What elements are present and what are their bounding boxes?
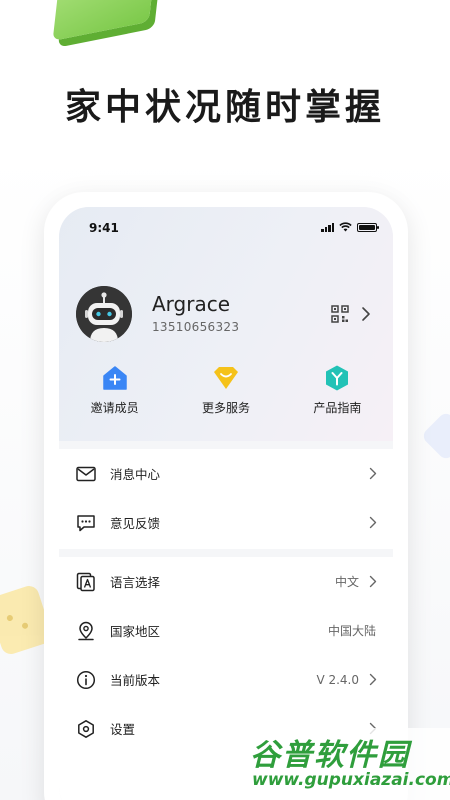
menu-item-message-center[interactable]: 消息中心: [59, 449, 393, 498]
menu-item-label: 国家地区: [110, 624, 161, 639]
menu-item-version[interactable]: 当前版本 V 2.4.0: [59, 655, 393, 704]
robot-avatar-icon: [76, 286, 132, 342]
decorative-green-cube: [52, 0, 156, 41]
menu-item-label: 当前版本: [110, 673, 161, 688]
profile-phone: 13510656323: [152, 320, 240, 334]
quick-action-label: 更多服务: [201, 401, 250, 415]
watermark-url: www.gupuxiazai.com: [252, 770, 450, 790]
menu-item-label: 消息中心: [110, 467, 161, 482]
quick-action-label: 产品指南: [313, 401, 362, 415]
status-time: 9:41: [89, 221, 119, 235]
menu-item-value: V 2.4.0: [316, 672, 359, 687]
quick-action-product-guide[interactable]: 产品指南: [282, 364, 393, 416]
menu-item-label: 语言选择: [110, 575, 161, 590]
chevron-right-icon: [369, 673, 377, 686]
diamond-icon: [213, 367, 238, 389]
profile-name[interactable]: Argrace: [152, 292, 230, 316]
info-icon: [75, 669, 97, 691]
qr-code-icon[interactable]: [331, 305, 349, 323]
menu-item-feedback[interactable]: 意见反馈: [59, 498, 393, 547]
menu-item-language[interactable]: 语言选择 中文: [59, 557, 393, 606]
status-icons: [321, 222, 379, 232]
menu-group-communication: 消息中心 意见反馈: [59, 449, 393, 549]
profile-header: 9:41 Argrace 13510656323 邀请成员 更多服务 产品指南: [59, 207, 393, 441]
cellular-signal-icon: [321, 222, 334, 232]
chat-bubble-icon: [75, 512, 97, 534]
battery-icon: [357, 222, 379, 232]
avatar[interactable]: [76, 286, 132, 342]
quick-actions: 邀请成员 更多服务 产品指南: [59, 364, 393, 416]
promo-headline: 家中状况随时掌握: [64, 87, 385, 128]
menu-item-region[interactable]: 国家地区 中国大陆: [59, 606, 393, 655]
menu-item-value: 中文: [334, 575, 359, 589]
menu-item-label: 设置: [110, 722, 136, 737]
menu-item-value: 中国大陆: [327, 624, 376, 638]
language-icon: [75, 571, 97, 593]
chevron-right-icon[interactable]: [361, 306, 371, 322]
quick-action-label: 邀请成员: [90, 401, 139, 415]
chevron-right-icon: [369, 516, 377, 529]
chevron-right-icon: [369, 575, 377, 588]
quick-action-invite-members[interactable]: 邀请成员: [59, 364, 170, 416]
hexagon-y-icon: [326, 365, 349, 391]
location-pin-icon: [75, 620, 97, 642]
quick-action-more-services[interactable]: 更多服务: [170, 364, 281, 416]
watermark-brand: 谷普软件园: [250, 738, 410, 773]
phone-screen: 9:41 Argrace 13510656323 邀请成员 更多服务 产品指南 …: [59, 207, 393, 800]
envelope-icon: [75, 463, 97, 485]
settings-hexagon-icon: [75, 718, 97, 740]
wifi-icon: [339, 222, 352, 232]
phone-frame: 9:41 Argrace 13510656323 邀请成员 更多服务 产品指南 …: [44, 192, 408, 800]
house-plus-icon: [102, 366, 127, 390]
menu-item-label: 意见反馈: [110, 516, 161, 531]
chevron-right-icon: [369, 467, 377, 480]
site-watermark: 谷普软件园 www.gupuxiazai.com: [246, 728, 450, 800]
